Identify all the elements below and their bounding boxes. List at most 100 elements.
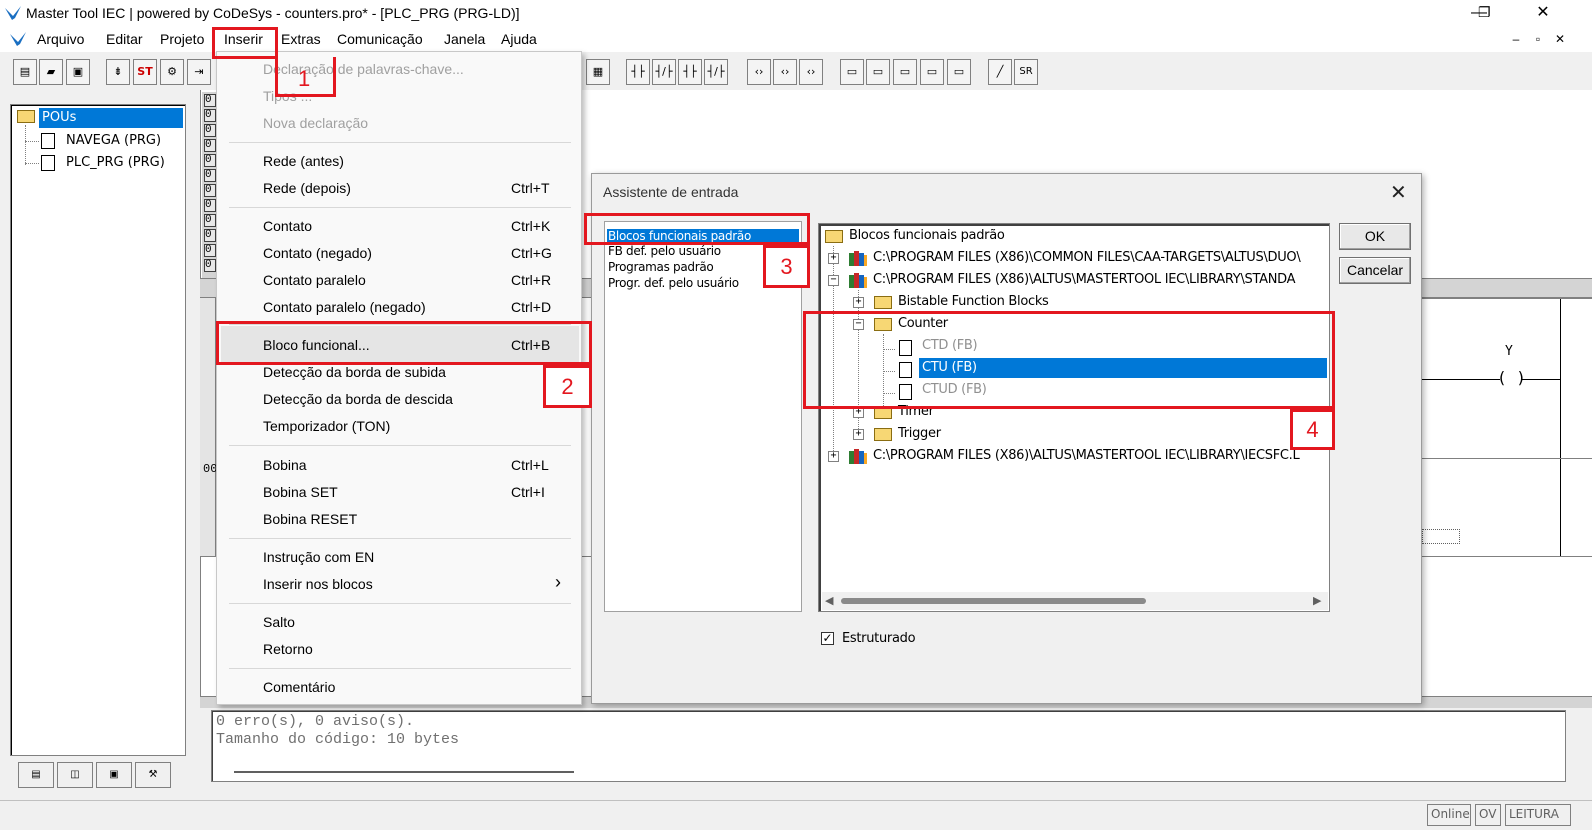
- parallel-negated-contact-icon[interactable]: ┤/├: [704, 59, 728, 85]
- menu-item-retorno[interactable]: Retorno: [263, 641, 313, 657]
- menu-item-bobina-set[interactable]: Bobina SET: [263, 484, 338, 500]
- expand-icon[interactable]: +: [853, 297, 864, 308]
- structured-checkbox[interactable]: ✓: [821, 632, 834, 645]
- mdi-close-button[interactable]: ✕: [1552, 32, 1568, 46]
- menu-item-bobina[interactable]: Bobina: [263, 457, 307, 473]
- fb-parallel-icon[interactable]: ▭: [920, 59, 944, 85]
- run-icon[interactable]: ⚙: [160, 59, 184, 85]
- menu-item-contato[interactable]: Contato: [263, 218, 312, 234]
- tree-library-iecsfc[interactable]: C:\PROGRAM FILES (X86)\ALTUS\MASTERTOOL …: [873, 446, 1300, 466]
- menu-extras[interactable]: Extras: [281, 31, 321, 47]
- open-folder-icon[interactable]: ▰: [39, 59, 63, 85]
- menu-item-inserir-nos-blocos[interactable]: Inserir nos blocos: [263, 576, 373, 592]
- restore-icon[interactable]: ❐: [1478, 4, 1491, 21]
- menu-editar[interactable]: Editar: [106, 31, 143, 47]
- reset-coil-icon[interactable]: ‹›: [799, 59, 823, 85]
- expand-icon[interactable]: +: [828, 451, 839, 462]
- messages-scrollbar[interactable]: [234, 771, 574, 773]
- menu-projeto[interactable]: Projeto: [160, 31, 204, 47]
- shortcut-ctrl-i: Ctrl+I: [511, 484, 545, 500]
- menu-item-contato-negado[interactable]: Contato (negado): [263, 245, 372, 261]
- ok-button[interactable]: OK: [1339, 223, 1411, 250]
- pou-item-plc-prg[interactable]: PLC_PRG (PRG): [66, 155, 165, 170]
- expand-icon[interactable]: +: [853, 429, 864, 440]
- function-block-tree[interactable]: Blocos funcionais padrão + C:\PROGRAM FI…: [818, 223, 1330, 612]
- folder-icon: [874, 296, 892, 309]
- menu-separator: [229, 668, 571, 669]
- status-ov: OV: [1475, 804, 1501, 826]
- menu-item-temporizador[interactable]: Temporizador (TON): [263, 418, 390, 434]
- menu-item-salto[interactable]: Salto: [263, 614, 295, 630]
- tree-line: [25, 141, 39, 142]
- menu-item-rede-antes[interactable]: Rede (antes): [263, 153, 344, 169]
- line-icon[interactable]: ╱: [988, 59, 1012, 85]
- scroll-left-icon[interactable]: ◀: [825, 594, 833, 607]
- pou-item-navega[interactable]: NAVEGA (PRG): [66, 133, 161, 148]
- function-block-icon[interactable]: ▭: [840, 59, 864, 85]
- shortcut-ctrl-r: Ctrl+R: [511, 272, 552, 288]
- gutter-cell: 0: [204, 229, 216, 242]
- menu-item-instrucao-en[interactable]: Instrução com EN: [263, 549, 374, 565]
- tree-library-duo[interactable]: C:\PROGRAM FILES (X86)\COMMON FILES\CAA-…: [873, 248, 1301, 268]
- stop-icon[interactable]: ST: [133, 59, 157, 85]
- tree-root[interactable]: Blocos funcionais padrão: [849, 226, 1005, 246]
- tab-pous[interactable]: ▤: [18, 762, 54, 788]
- menu-item-comentario[interactable]: Comentário: [263, 679, 335, 695]
- gutter-cell: 0: [204, 214, 216, 227]
- tree-library-standard[interactable]: C:\PROGRAM FILES (X86)\ALTUS\MASTERTOOL …: [873, 270, 1296, 290]
- contact-icon[interactable]: ┤├: [626, 59, 650, 85]
- scroll-right-icon[interactable]: ▶: [1313, 594, 1321, 607]
- expand-icon[interactable]: +: [828, 253, 839, 264]
- set-coil-icon[interactable]: ‹›: [773, 59, 797, 85]
- collapse-icon[interactable]: −: [828, 275, 839, 286]
- fb-after-icon[interactable]: ▭: [893, 59, 917, 85]
- step-icon[interactable]: ⇥: [187, 59, 211, 85]
- tab-resources[interactable]: ⚒: [135, 762, 171, 788]
- coil-symbol[interactable]: ( ): [1497, 368, 1526, 387]
- save-icon[interactable]: ▣: [66, 59, 90, 85]
- gutter-cell: 0: [204, 169, 216, 182]
- set-reset-icon[interactable]: SR: [1014, 59, 1038, 85]
- pou-root[interactable]: POUs: [42, 110, 76, 125]
- insert-block-icon[interactable]: ▦: [586, 59, 610, 85]
- negated-contact-icon[interactable]: ┤/├: [652, 59, 676, 85]
- app-menu-icon[interactable]: [8, 30, 28, 48]
- tree-line: [25, 163, 39, 164]
- status-online: Online: [1427, 804, 1471, 826]
- tab-data-types[interactable]: ◫: [57, 762, 93, 788]
- menu-comunicacao[interactable]: Comunicação: [337, 31, 423, 47]
- category-programas-usuario[interactable]: Progr. def. pelo usuário: [608, 276, 739, 291]
- tree-trigger[interactable]: Trigger: [898, 424, 941, 444]
- menu-item-bobina-reset[interactable]: Bobina RESET: [263, 511, 357, 527]
- menu-item-contato-paralelo-negado[interactable]: Contato paralelo (negado): [263, 299, 426, 315]
- menu-item-borda-descida[interactable]: Detecção da borda de descida: [263, 391, 453, 407]
- menu-separator: [229, 603, 571, 604]
- menu-item-borda-subida[interactable]: Detecção da borda de subida: [263, 364, 446, 380]
- category-programas-padrao[interactable]: Programas padrão: [608, 260, 714, 275]
- fb-before-icon[interactable]: ▭: [866, 59, 890, 85]
- build-icon[interactable]: ⇟: [106, 59, 130, 85]
- cancel-button[interactable]: Cancelar: [1339, 257, 1411, 284]
- new-file-icon[interactable]: ▤: [13, 59, 37, 85]
- menu-item-contato-paralelo[interactable]: Contato paralelo: [263, 272, 366, 288]
- tab-visualizations[interactable]: ▣: [96, 762, 132, 788]
- parallel-contact-icon[interactable]: ┤├: [678, 59, 702, 85]
- coil-icon[interactable]: ‹›: [747, 59, 771, 85]
- structured-label: Estruturado: [842, 631, 916, 646]
- menu-item-rede-depois[interactable]: Rede (depois): [263, 180, 351, 196]
- menu-separator: [229, 142, 571, 143]
- mdi-minimize-button[interactable]: –: [1508, 32, 1524, 46]
- menu-arquivo[interactable]: Arquivo: [37, 31, 84, 47]
- menu-ajuda[interactable]: Ajuda: [501, 31, 537, 47]
- menu-janela[interactable]: Janela: [444, 31, 485, 47]
- shortcut-ctrl-k: Ctrl+K: [511, 218, 551, 234]
- category-fb-usuario[interactable]: FB def. pelo usuário: [608, 244, 721, 259]
- insert-cursor[interactable]: [1422, 529, 1460, 544]
- mdi-restore-button[interactable]: ▫: [1530, 32, 1546, 46]
- shortcut-ctrl-l: Ctrl+L: [511, 457, 549, 473]
- close-button[interactable]: ✕: [1520, 0, 1566, 27]
- fb-box-icon[interactable]: ▭: [947, 59, 971, 85]
- scroll-thumb[interactable]: [841, 598, 1146, 604]
- tree-bistable[interactable]: Bistable Function Blocks: [898, 292, 1049, 312]
- dialog-close-button[interactable]: ✕: [1390, 180, 1407, 205]
